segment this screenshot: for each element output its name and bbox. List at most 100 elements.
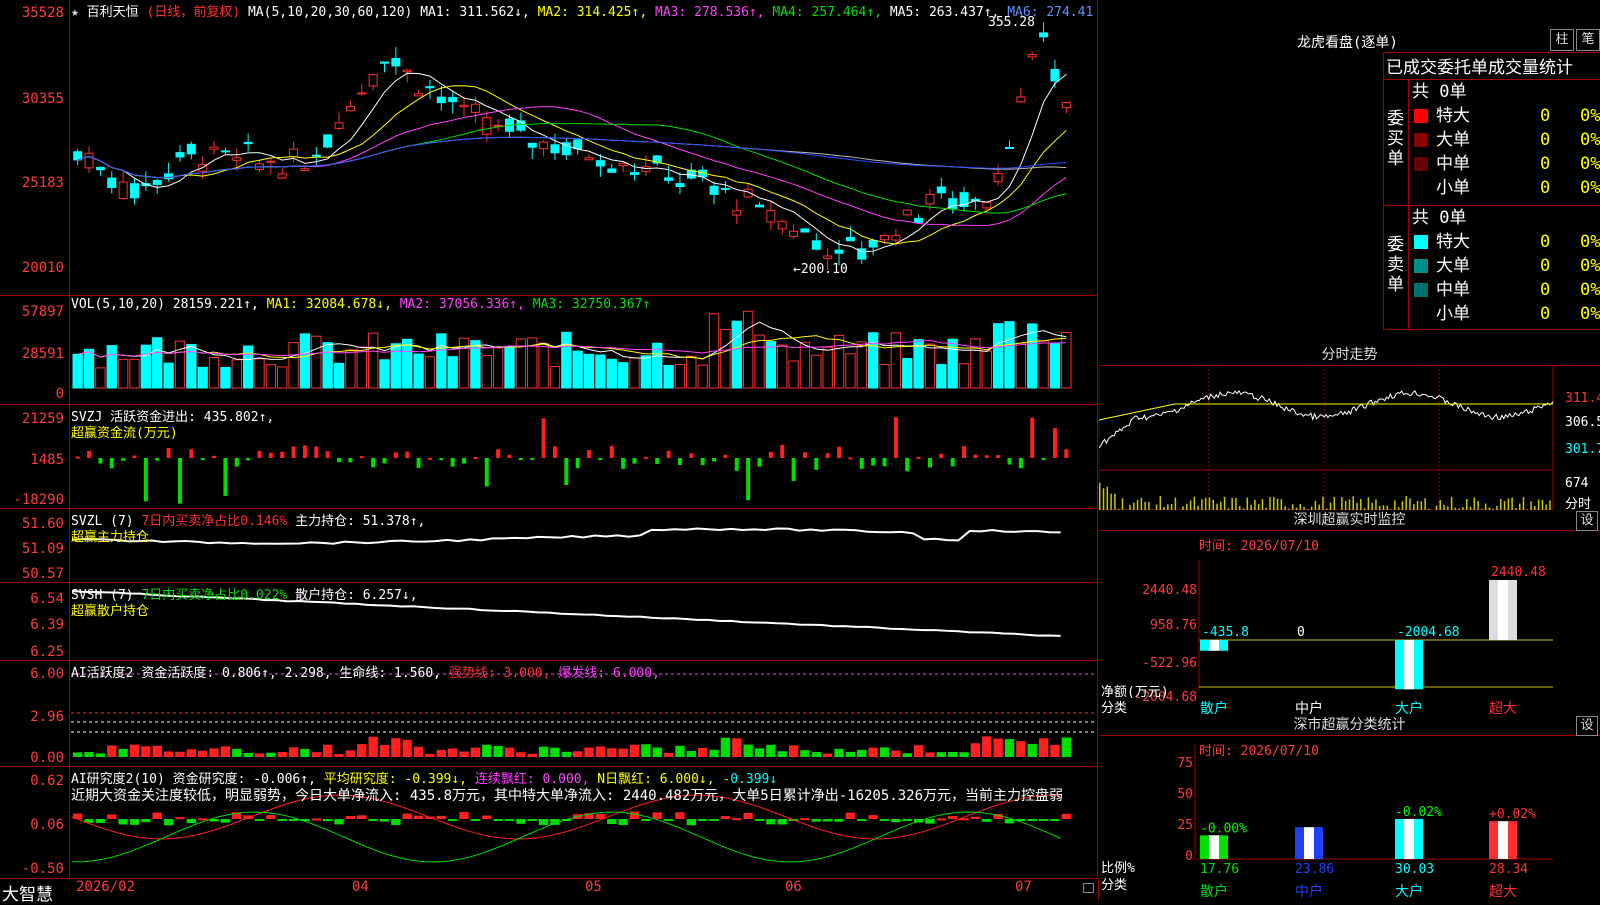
flow-bar (633, 458, 637, 464)
intraday-chart[interactable] (1099, 365, 1600, 510)
candle-body (290, 149, 298, 157)
volume-chart[interactable] (0, 296, 1098, 405)
intraday-volume-bar (1133, 503, 1135, 510)
candle-body (892, 236, 900, 240)
intraday-volume-bar (1466, 499, 1468, 510)
volume-bar (755, 335, 764, 388)
flow-bar (542, 418, 546, 458)
volume-bar (618, 363, 627, 388)
research-bar (437, 816, 446, 819)
y-tick: 20010 (0, 260, 64, 276)
volume-bar (766, 342, 775, 388)
candlestick-chart[interactable] (0, 0, 1098, 296)
star-icon[interactable]: ★ (71, 5, 79, 20)
flow-bar (792, 458, 796, 481)
dragon-table: 已成交委托单成交量统计 委买单 委卖单 共 0单 特大00% 大单00% 中单0… (1383, 52, 1600, 330)
intraday-volume-bar (1103, 488, 1105, 510)
flow-bar (678, 458, 682, 465)
kline-y-axis: 35528 30355 25183 20010 (0, 0, 70, 295)
activity-bar (130, 745, 139, 757)
candle-body (415, 94, 423, 96)
volume-bar (1050, 344, 1059, 388)
research-bar (857, 819, 866, 821)
date-label: 06 (785, 879, 802, 895)
research-bar (880, 819, 889, 821)
volume-bar (596, 355, 605, 388)
settings-button[interactable]: 设 (1576, 716, 1598, 736)
research-bar (96, 819, 105, 823)
flow-bar (1030, 418, 1034, 458)
flow-bar (905, 458, 909, 471)
kline-panel[interactable]: 35528 30355 25183 20010 ★ 百利天恒 (日线，前复权) … (0, 0, 1098, 296)
candle-body (767, 210, 775, 222)
svzj-panel[interactable]: 21259 1485 -18290 SVZJ 活跃资金进出: 435.802↑,… (0, 405, 1098, 509)
flow-bar (508, 455, 512, 458)
svsh-panel[interactable]: 6.54 6.39 6.25 SVSH (7) 7日内买卖净占比0.022% 散… (0, 583, 1098, 661)
bar-mode-button[interactable]: 柱 (1550, 29, 1574, 51)
activity-bar (107, 745, 116, 757)
research-bar (380, 819, 389, 822)
y-tick: -522.96 (1099, 656, 1197, 671)
candle-body (369, 75, 377, 86)
activity-bar (789, 745, 798, 757)
flow-bar (530, 458, 534, 460)
volume-bar (153, 338, 162, 388)
date-label: 07 (1015, 879, 1032, 895)
activity-bar (641, 744, 650, 757)
intraday-volume-bar (1315, 501, 1317, 510)
flow-bar (280, 452, 284, 458)
activity-bar (857, 750, 866, 757)
activity-bar (607, 748, 616, 757)
volume-bar (880, 365, 889, 388)
volume-bar (391, 344, 400, 388)
settings-button[interactable]: 设 (1576, 511, 1598, 531)
flow-bar (451, 458, 455, 467)
period-label[interactable]: (日线，前复权) (147, 5, 241, 20)
candle-body (267, 161, 275, 162)
flow-bar (667, 451, 671, 458)
activity-bar (937, 752, 946, 757)
change-label: -0.02% (1395, 805, 1442, 820)
category-name: 中户 (1295, 883, 1323, 900)
tick-mode-button[interactable]: 笔 (1576, 29, 1600, 51)
volume-bar (346, 350, 355, 388)
research-bar (414, 816, 423, 819)
classify-panel[interactable]: 深市超赢分类统计设 -0.00%17.76散户23.86中户-0.02%30.0… (1099, 715, 1600, 900)
flow-bar (951, 458, 955, 466)
activity-bar (584, 747, 593, 757)
realtime-monitor-panel[interactable]: 深圳超赢实时监控设 -435.8散户0中户-2004.68大户2440.48超大… (1099, 510, 1600, 715)
svsh-y-axis: 6.54 6.39 6.25 (0, 583, 70, 660)
flow-bar (144, 458, 148, 501)
research-bar (653, 812, 662, 819)
flow-bar (860, 458, 864, 469)
candle-body (1017, 97, 1025, 102)
ai-activity-panel[interactable]: 6.00 2.96 0.00 AI活跃度2 资金活跃度: 0.806↑, 2.2… (0, 661, 1098, 767)
intraday-volume-bar (1345, 501, 1347, 510)
ai-research-panel[interactable]: 0.62 0.06 -0.50 AI研究度2(10) 资金研究度: -0.006… (0, 767, 1098, 879)
volume-bar (664, 365, 673, 388)
buy-row: 大单00% (1410, 128, 1600, 152)
intraday-volume-bar (1254, 500, 1256, 510)
scroll-handle-icon[interactable] (1083, 883, 1094, 893)
y-tick: 6.25 (0, 644, 64, 660)
intraday-volume-bar (1530, 501, 1532, 510)
volume-panel[interactable]: 57897 28591 0 VOL(5,10,20) 28159.221↑, M… (0, 296, 1098, 405)
intraday-volume-bar (1424, 498, 1426, 510)
research-bar (482, 816, 491, 819)
volume-bar (255, 359, 264, 388)
dragon-tiger-panel: 龙虎看盘(逐单) 柱 笔 已成交委托单成交量统计 委买单 委卖单 共 0单 特大… (1099, 0, 1600, 345)
monitor-value: 2440.48 (1491, 565, 1546, 580)
intraday-volume-bar (1523, 497, 1525, 510)
activity-bar (391, 738, 400, 757)
research-bar (1028, 819, 1037, 821)
y-tick: 0.62 (0, 773, 64, 789)
research-bar (1062, 814, 1071, 819)
svzl-panel[interactable]: 51.60 51.09 50.57 SVZL (7) 7日内买卖净占比0.146… (0, 509, 1098, 583)
stock-name: 百利天恒 (87, 5, 139, 20)
candle-body (835, 250, 843, 253)
intraday-volume-bar (1107, 487, 1109, 510)
ma-line (78, 137, 1067, 177)
activity-bar (618, 749, 627, 757)
research-bar (334, 819, 343, 824)
intraday-panel[interactable]: 分时走势 311.4 306.5 301.7 674 分时 (1099, 345, 1600, 510)
